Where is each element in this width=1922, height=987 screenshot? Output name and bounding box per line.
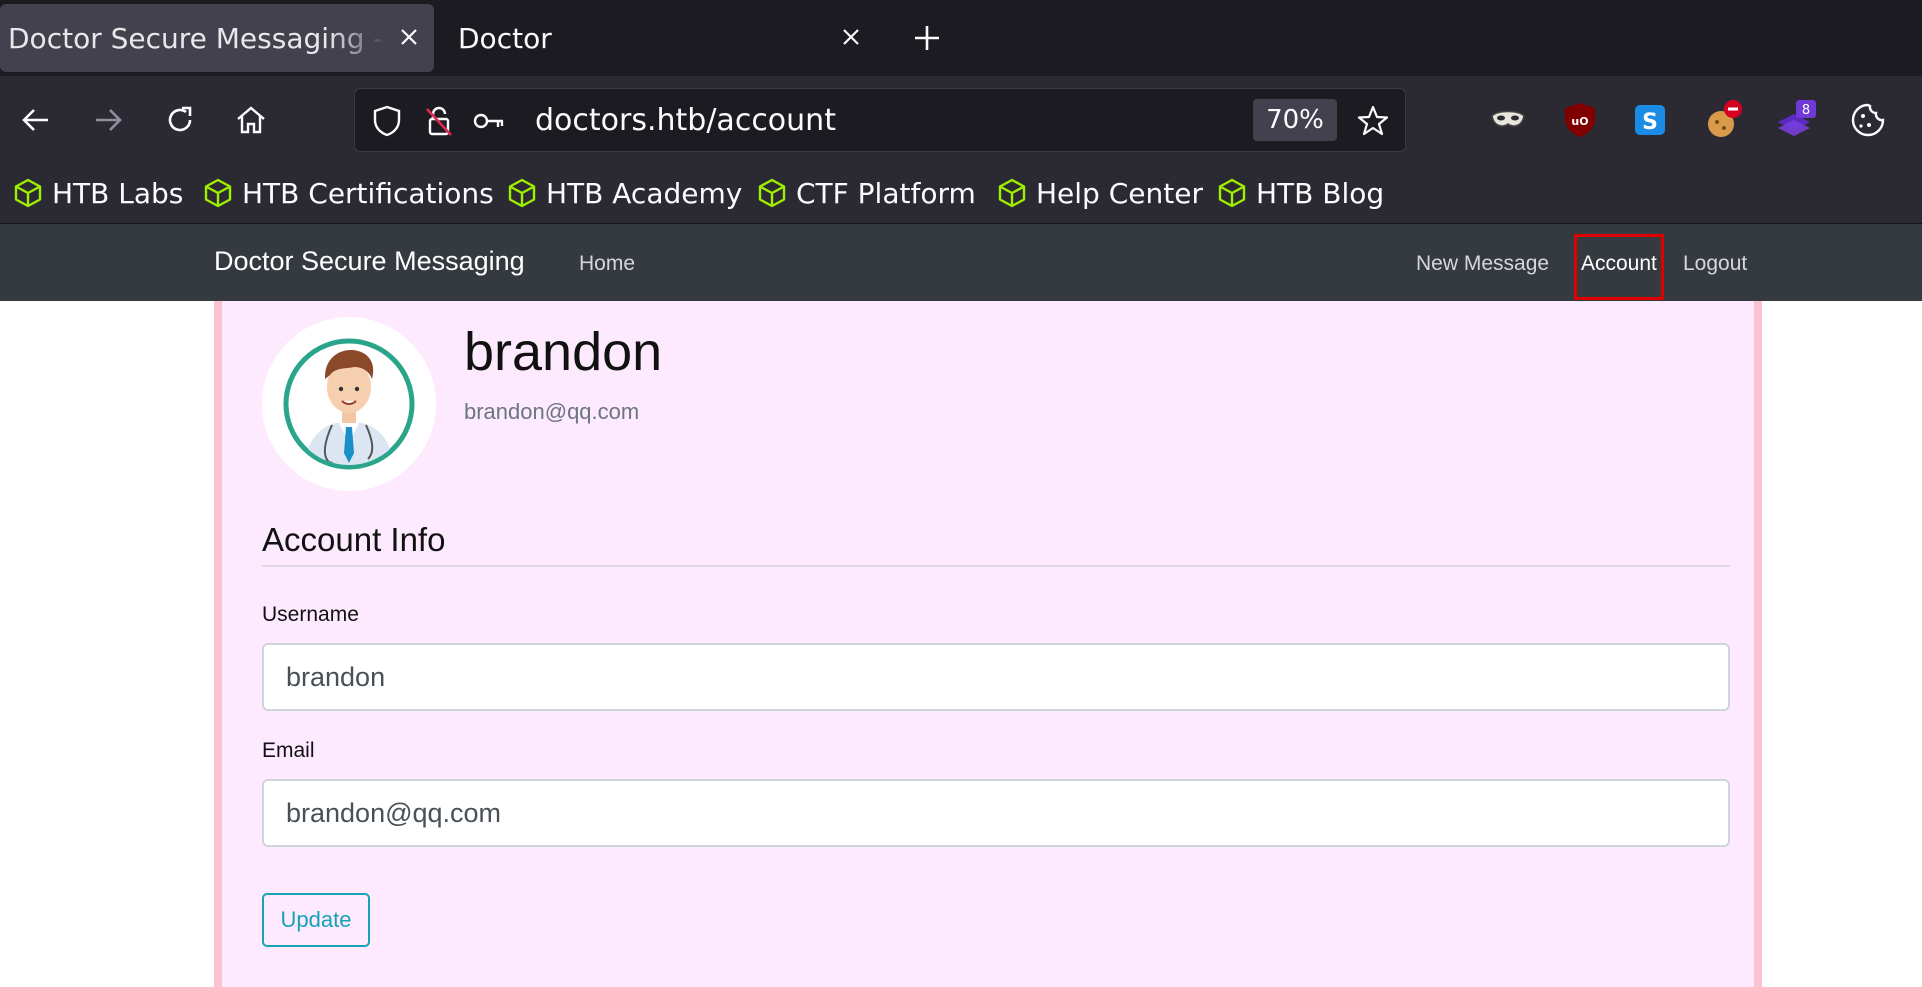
htb-cube-icon bbox=[204, 178, 232, 208]
account-card: brandon brandon@qq.com Account Info User… bbox=[214, 301, 1762, 987]
lock-slash-icon[interactable] bbox=[421, 103, 457, 139]
tab-inactive[interactable]: Doctor bbox=[446, 4, 876, 72]
cookie-icon bbox=[1851, 103, 1885, 137]
doctor-avatar-icon bbox=[283, 338, 415, 470]
nav-new-message-link[interactable]: New Message bbox=[1416, 252, 1549, 276]
forward-button[interactable] bbox=[86, 98, 130, 142]
bookmark-label: HTB Labs bbox=[52, 176, 184, 210]
extension-badge-count: 8 bbox=[1802, 103, 1810, 118]
home-button[interactable] bbox=[229, 98, 273, 142]
bookmark-label: Help Center bbox=[1036, 176, 1203, 210]
tab-label: Doctor Secure Messaging - Account bbox=[8, 21, 386, 55]
update-button[interactable]: Update bbox=[262, 893, 370, 947]
url-text[interactable]: doctors.htb/account bbox=[535, 103, 836, 138]
htb-cube-icon bbox=[14, 178, 42, 208]
site-navbar: Doctor Secure Messaging Home New Message… bbox=[0, 224, 1922, 301]
reload-button[interactable] bbox=[158, 98, 202, 142]
layers-icon: 8 bbox=[1778, 100, 1816, 136]
profile-email: brandon@qq.com bbox=[464, 399, 640, 424]
extension-ublock-button[interactable]: uO bbox=[1558, 98, 1602, 142]
forward-icon bbox=[96, 109, 122, 131]
bookmark-help-center[interactable]: Help Center bbox=[996, 172, 1203, 214]
username-label: Username bbox=[262, 603, 359, 626]
section-divider bbox=[262, 565, 1730, 567]
extension-cookie-blocker-button[interactable] bbox=[1702, 98, 1746, 142]
extension-cookie-button[interactable] bbox=[1846, 98, 1890, 142]
back-icon bbox=[22, 109, 48, 131]
reload-icon bbox=[168, 106, 192, 132]
htb-cube-icon bbox=[1218, 178, 1246, 208]
close-icon[interactable] bbox=[394, 22, 424, 52]
tab-active[interactable]: Doctor Secure Messaging - Account bbox=[0, 4, 434, 72]
avatar bbox=[262, 317, 436, 491]
nav-home-link[interactable]: Home bbox=[579, 252, 635, 276]
home-icon bbox=[237, 106, 265, 134]
bookmark-htb-blog[interactable]: HTB Blog bbox=[1216, 172, 1384, 214]
section-title: Account Info bbox=[262, 521, 446, 558]
back-button[interactable] bbox=[14, 98, 58, 142]
s-extension-icon: S bbox=[1635, 105, 1665, 135]
email-label: Email bbox=[262, 739, 315, 762]
bookmark-ctf-platform[interactable]: CTF Platform bbox=[756, 172, 976, 214]
plus-icon[interactable] bbox=[904, 18, 950, 58]
url-bar[interactable]: doctors.htb/account 70% bbox=[354, 88, 1406, 152]
tab-label: Doctor bbox=[458, 21, 552, 55]
bookmark-label: CTF Platform bbox=[796, 176, 976, 210]
bookmark-label: HTB Academy bbox=[546, 176, 743, 210]
key-icon[interactable] bbox=[471, 103, 507, 139]
close-icon[interactable] bbox=[836, 22, 866, 52]
email-input[interactable] bbox=[262, 779, 1730, 847]
browser-toolbar: doctors.htb/account 70% uO S 8 bbox=[0, 76, 1922, 164]
htb-cube-icon bbox=[758, 178, 786, 208]
ublock-icon: uO bbox=[1565, 103, 1595, 137]
browser-tab-bar: Doctor Secure Messaging - Account Doctor bbox=[0, 0, 1922, 76]
bookmark-htb-certifications[interactable]: HTB Certifications bbox=[202, 172, 494, 214]
mask-icon bbox=[1491, 110, 1525, 127]
shield-icon[interactable] bbox=[369, 103, 405, 139]
username-input[interactable] bbox=[262, 643, 1730, 711]
cookie-blocked-icon bbox=[1708, 100, 1742, 137]
star-icon[interactable] bbox=[1355, 103, 1391, 139]
profile-name: brandon bbox=[464, 322, 663, 382]
extension-s-button[interactable]: S bbox=[1628, 98, 1672, 142]
annotation-highlight-box bbox=[1574, 234, 1664, 300]
extension-layers-button[interactable]: 8 bbox=[1774, 98, 1818, 142]
htb-cube-icon bbox=[998, 178, 1026, 208]
svg-text:uO: uO bbox=[1571, 115, 1588, 128]
bookmark-htb-academy[interactable]: HTB Academy bbox=[506, 172, 742, 214]
bookmark-htb-labs[interactable]: HTB Labs bbox=[12, 172, 183, 214]
svg-text:S: S bbox=[1642, 110, 1658, 135]
site-brand[interactable]: Doctor Secure Messaging bbox=[214, 246, 525, 277]
bookmarks-toolbar: HTB Labs HTB Certifications HTB Academy … bbox=[0, 164, 1922, 224]
extension-mask-button[interactable] bbox=[1486, 98, 1530, 142]
htb-cube-icon bbox=[508, 178, 536, 208]
nav-logout-link[interactable]: Logout bbox=[1683, 252, 1747, 276]
bookmark-label: HTB Certifications bbox=[242, 176, 494, 210]
bookmark-label: HTB Blog bbox=[1256, 176, 1385, 210]
zoom-level-badge[interactable]: 70% bbox=[1253, 99, 1337, 141]
